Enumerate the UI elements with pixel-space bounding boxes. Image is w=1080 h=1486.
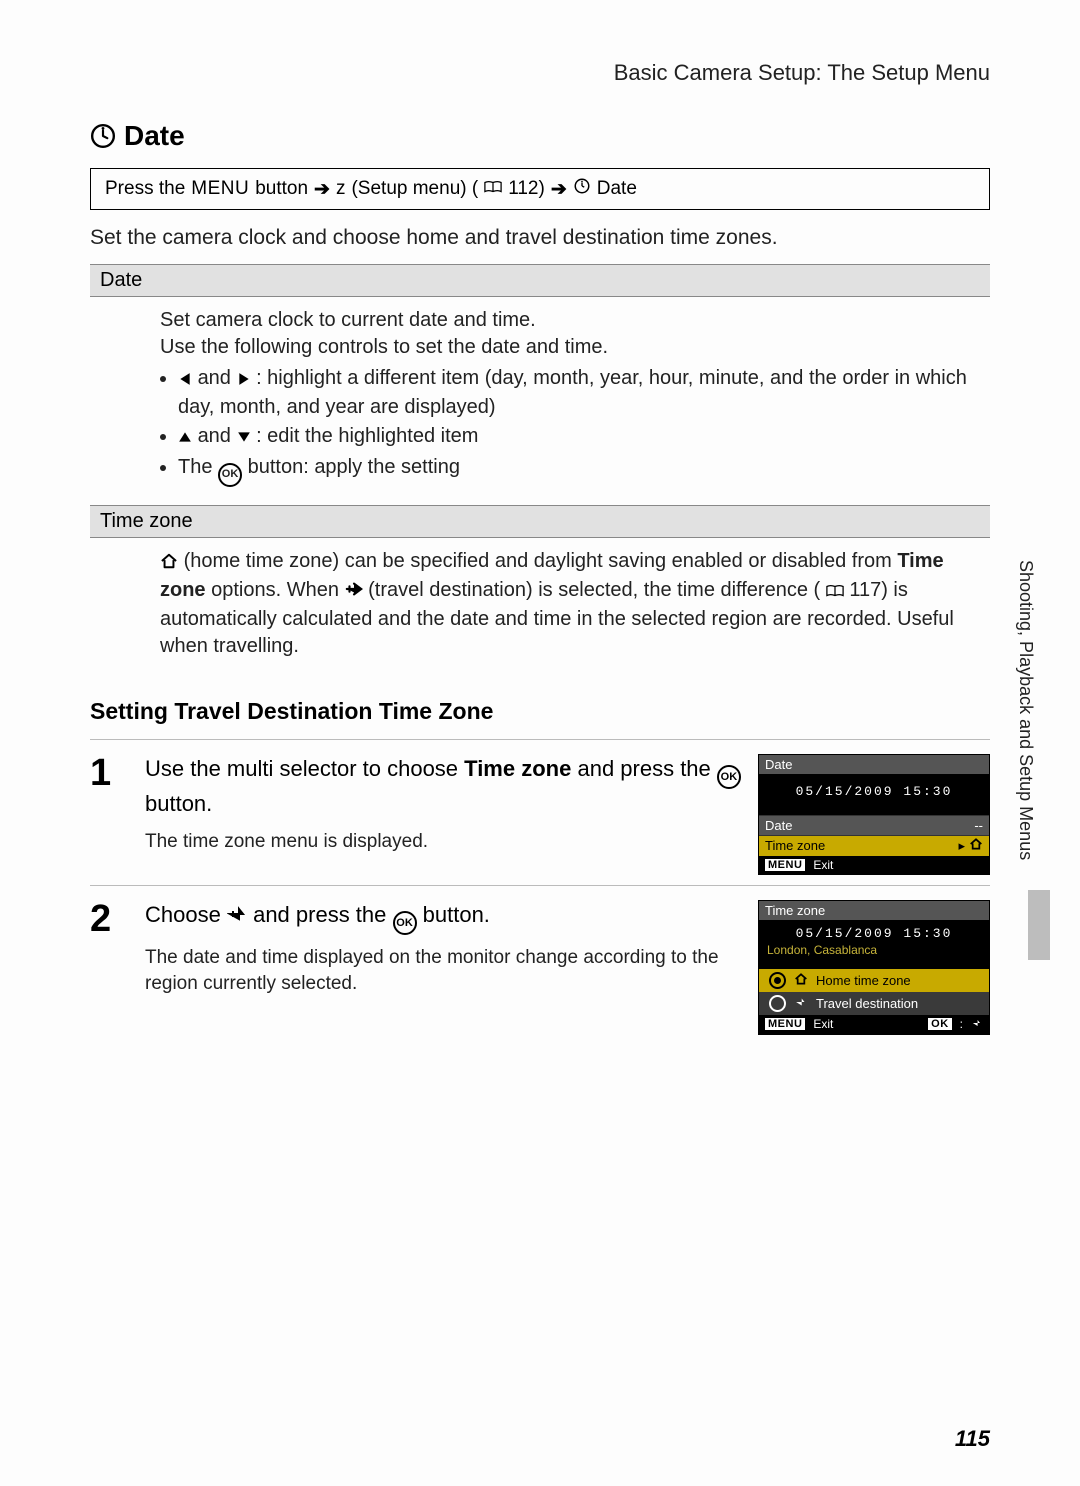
tz-text: (home time zone) can be specified and da… <box>184 550 898 572</box>
nav-button-word: button <box>255 178 308 200</box>
step-note: The time zone menu is displayed. <box>145 829 742 855</box>
tz-text: (travel destination) is selected, the ti… <box>368 579 820 601</box>
menu-tag: MENU <box>765 1018 805 1030</box>
step-number: 2 <box>90 900 145 938</box>
home-icon <box>160 550 178 577</box>
airplane-icon <box>971 1017 983 1032</box>
table-head-timezone: Time zone <box>90 505 990 538</box>
bullet-text: : highlight a different item (day, month… <box>178 367 967 418</box>
lcd-row-timezone: Time zone ▸ <box>759 835 989 856</box>
lcd-datetime: 05/15/2009 15:30 <box>759 920 989 941</box>
step-text: Choose <box>145 902 227 927</box>
breadcrumb: Basic Camera Setup: The Setup Menu <box>90 60 990 86</box>
list-item: and : highlight a different item (day, m… <box>178 365 980 421</box>
book-icon <box>484 178 502 200</box>
lcd-footer: MENU Exit OK : <box>759 1015 989 1034</box>
home-icon <box>969 838 983 853</box>
step-note: The date and time displayed on the monit… <box>145 945 742 996</box>
bullet-pre: The <box>178 456 218 478</box>
page-title: Date <box>124 120 185 152</box>
colon: : <box>960 1017 963 1031</box>
date-desc-1: Set camera clock to current date and tim… <box>160 307 980 334</box>
lcd-exit: Exit <box>813 858 833 872</box>
clock-icon <box>90 123 116 149</box>
tz-text: options. When <box>211 579 344 601</box>
lcd-row-label: Time zone <box>765 838 958 853</box>
step-2: 2 Choose and press the OK button. The da… <box>90 900 990 1035</box>
arrow-icon: ➔ <box>314 178 330 201</box>
table-body-date: Set camera clock to current date and tim… <box>90 297 990 504</box>
section-heading: Setting Travel Destination Time Zone <box>90 698 990 725</box>
divider <box>90 739 990 740</box>
ok-icon: OK <box>218 463 242 487</box>
radio-off-icon <box>769 995 786 1012</box>
lcd-screenshot-1: Date 05/15/2009 15:30 Date -- Time zone … <box>758 754 990 875</box>
up-triangle-icon <box>178 425 192 452</box>
list-item: and : edit the highlighted item <box>178 423 980 452</box>
lcd-row-label: Date <box>765 818 974 833</box>
lcd-option-travel: Travel destination <box>759 992 989 1015</box>
text-and: and <box>198 425 237 447</box>
lcd-screenshot-2: Time zone 05/15/2009 15:30 London, Casab… <box>758 900 990 1035</box>
step-text: and press the <box>577 756 716 781</box>
divider <box>90 885 990 886</box>
table-head-date: Date <box>90 264 990 297</box>
airplane-icon <box>345 579 363 606</box>
step-instruction: Use the multi selector to choose Time zo… <box>145 754 742 819</box>
step-text: button. <box>145 791 212 816</box>
lcd-title: Time zone <box>759 901 989 920</box>
step-text: and press the <box>253 902 392 927</box>
step-1: 1 Use the multi selector to choose Time … <box>90 754 990 875</box>
left-triangle-icon <box>178 367 192 394</box>
book-icon <box>826 579 844 606</box>
bullet-post: button: apply the setting <box>248 456 460 478</box>
nav-ref: 112) <box>508 178 545 200</box>
date-desc-2: Use the following controls to set the da… <box>160 334 980 361</box>
lcd-exit: Exit <box>813 1017 833 1031</box>
step-number: 1 <box>90 754 145 792</box>
table-body-timezone: (home time zone) can be specified and da… <box>90 538 990 676</box>
nav-press: Press the <box>105 178 185 200</box>
down-triangle-icon <box>237 425 251 452</box>
page-number: 115 <box>955 1426 990 1452</box>
lcd-datetime: 05/15/2009 15:30 <box>759 774 989 809</box>
home-icon <box>794 973 808 988</box>
side-tab-marker <box>1028 890 1050 960</box>
list-item: The OK button: apply the setting <box>178 454 980 486</box>
clock-icon <box>573 177 591 201</box>
lcd-footer: MENU Exit <box>759 856 989 874</box>
menu-button-label: MENU <box>191 178 249 200</box>
radio-on-icon <box>769 972 786 989</box>
ok-tag: OK <box>928 1018 952 1030</box>
step-bold: Time zone <box>464 756 571 781</box>
airplane-icon <box>794 995 808 1012</box>
menu-tag: MENU <box>765 859 805 871</box>
nav-z: z <box>336 178 346 200</box>
ok-icon: OK <box>717 765 741 789</box>
airplane-icon <box>227 902 247 932</box>
nav-setup: (Setup menu) ( <box>351 178 478 200</box>
lcd-opt-label: Home time zone <box>816 973 911 988</box>
lcd-opt-label: Travel destination <box>816 996 918 1011</box>
lcd-row-date: Date -- <box>759 815 989 835</box>
right-triangle-icon: ▸ <box>958 838 965 854</box>
lcd-option-home: Home time zone <box>759 969 989 992</box>
step-text: button. <box>423 902 490 927</box>
bullet-text: : edit the highlighted item <box>256 425 478 447</box>
step-text: Use the multi selector to choose <box>145 756 464 781</box>
text-and: and <box>198 367 237 389</box>
side-section-label: Shooting, Playback and Setup Menus <box>1015 560 1036 860</box>
ok-icon: OK <box>393 911 417 935</box>
intro-text: Set the camera clock and choose home and… <box>90 224 990 252</box>
nav-date: Date <box>597 178 637 200</box>
lcd-location: London, Casablanca <box>759 941 989 959</box>
arrow-icon: ➔ <box>551 178 567 201</box>
page-title-row: Date <box>90 120 990 152</box>
navigation-path: Press the MENU button ➔ z (Setup menu) (… <box>90 168 990 210</box>
right-triangle-icon <box>237 367 251 394</box>
dash-icon: -- <box>974 818 983 833</box>
manual-page: Basic Camera Setup: The Setup Menu Date … <box>0 0 1080 1486</box>
step-instruction: Choose and press the OK button. <box>145 900 742 935</box>
lcd-title: Date <box>759 755 989 774</box>
